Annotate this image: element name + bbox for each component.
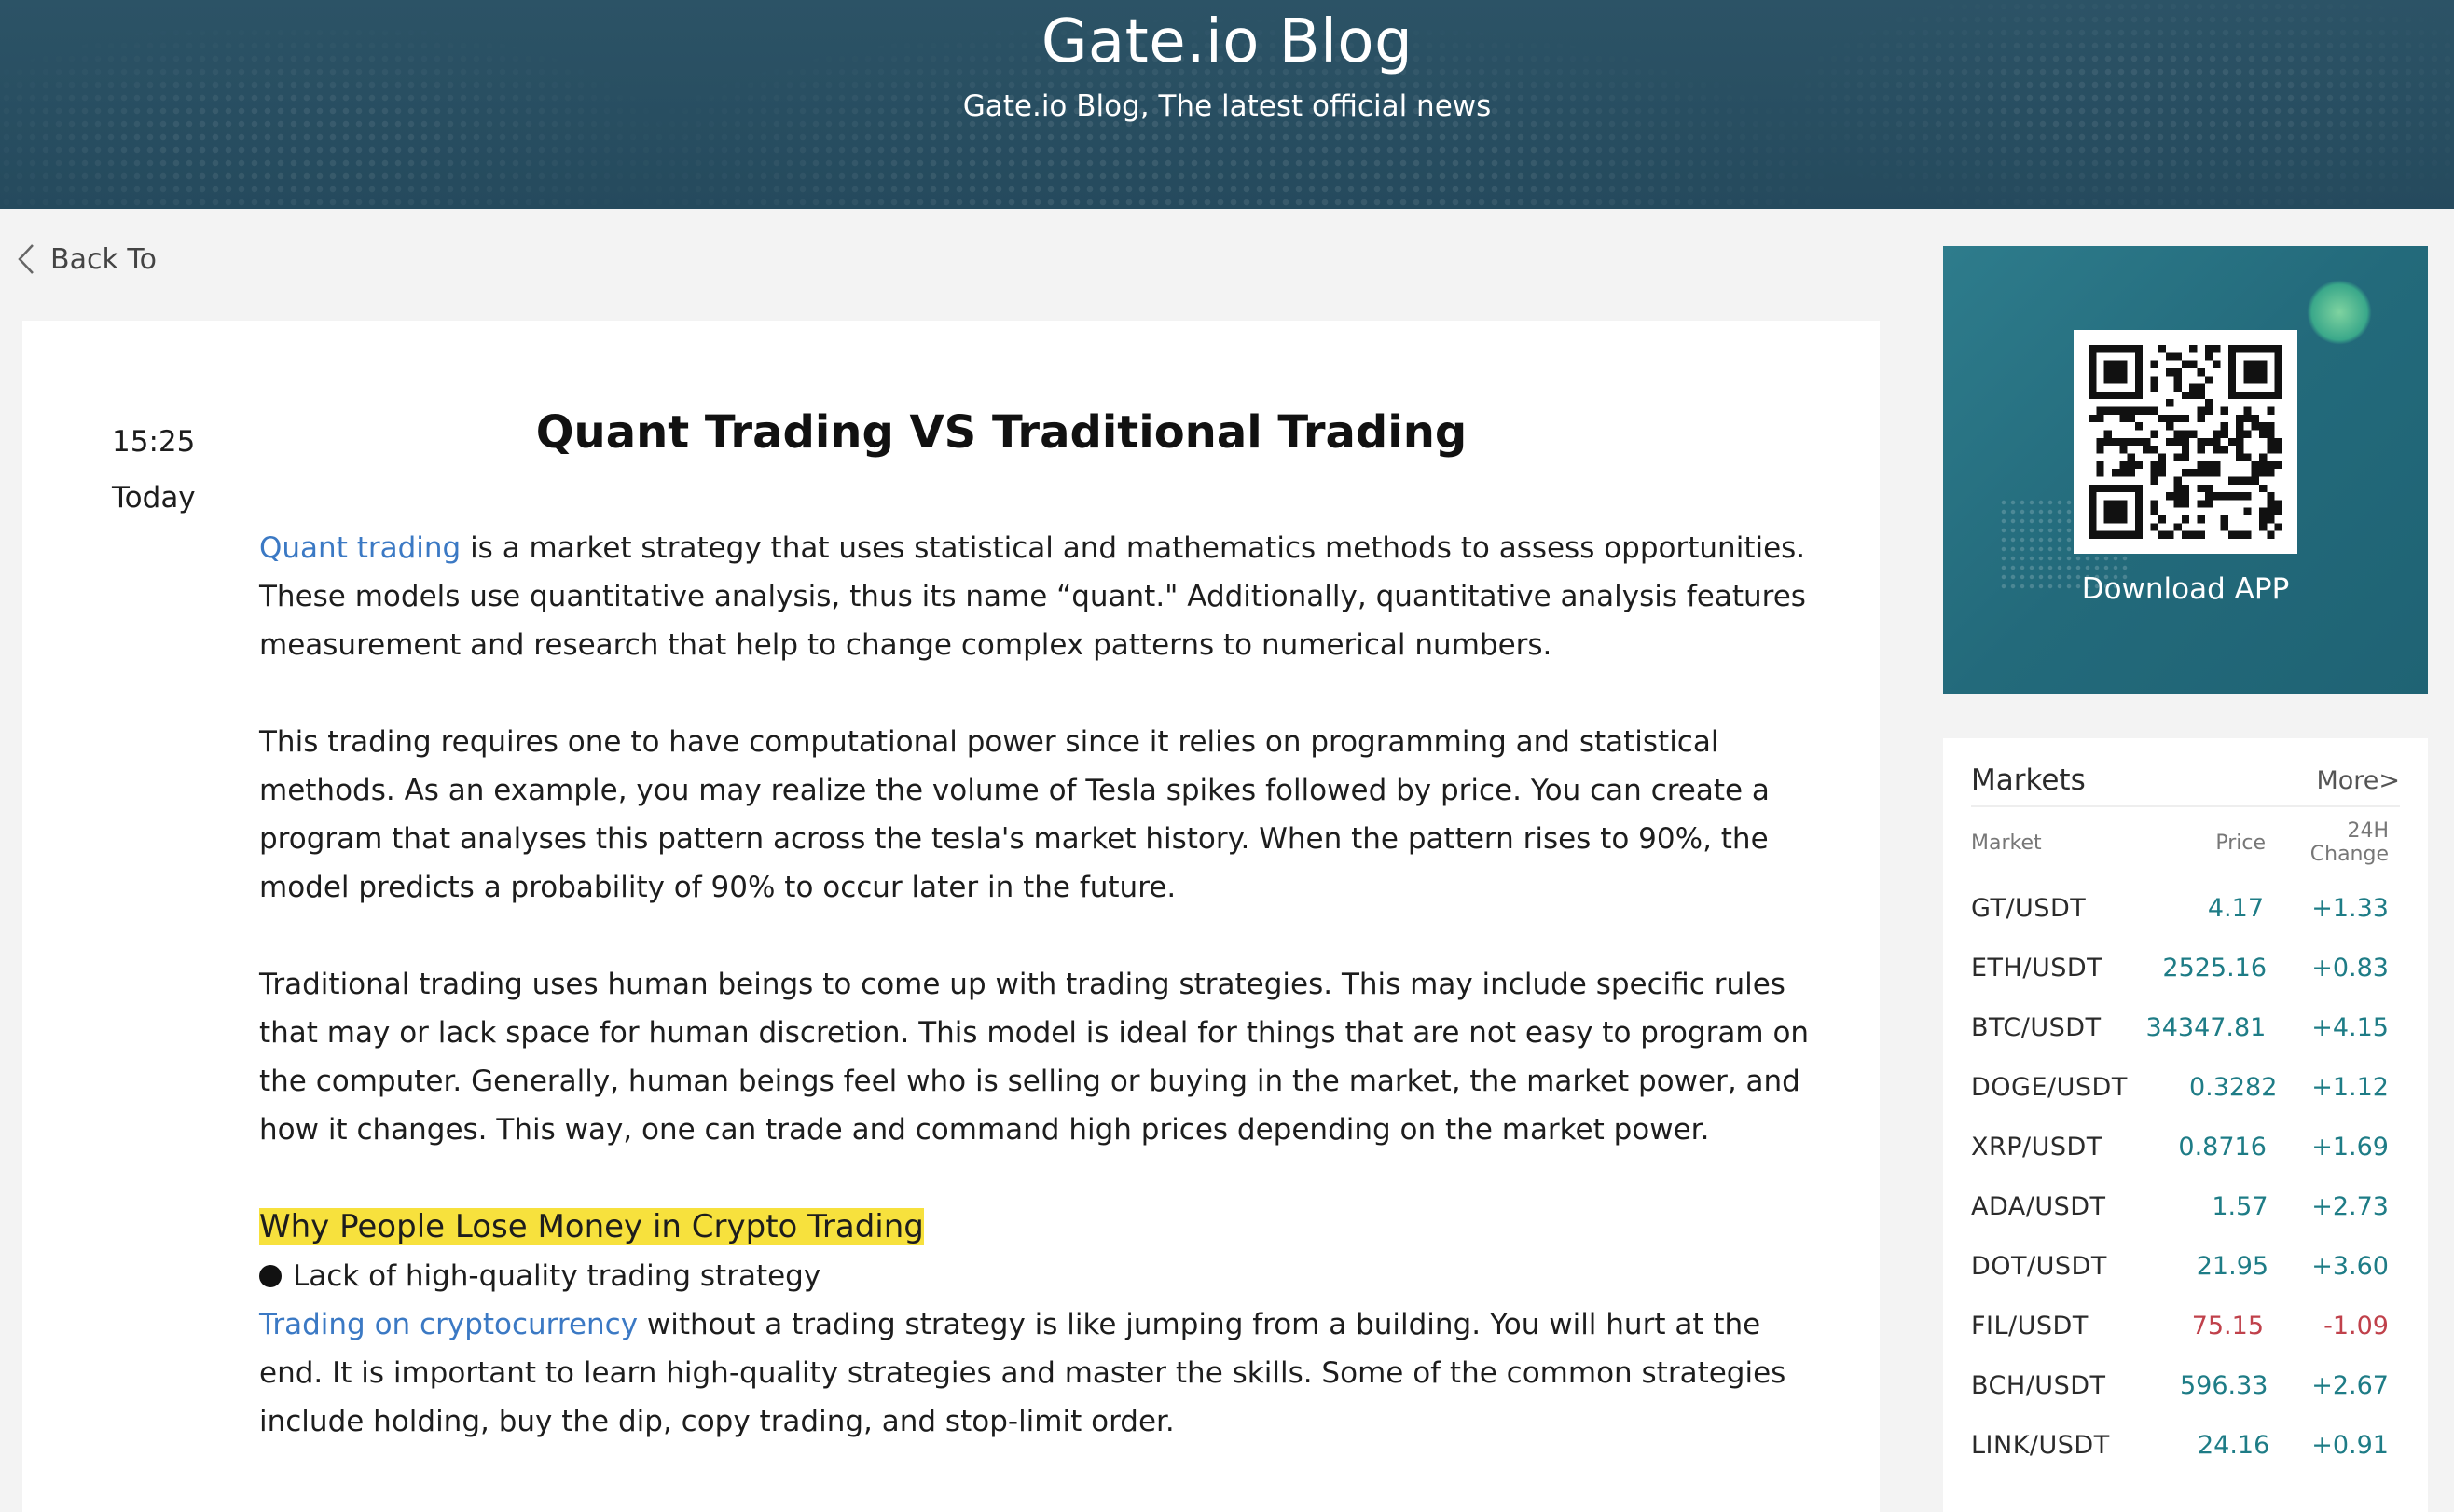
market-row[interactable]: ADA/USDT 1.57 +2.73 [1971,1176,2400,1236]
market-change: +1.12 [2311,1072,2389,1102]
download-app-card[interactable]: Download APP [1943,246,2428,694]
column-change: 24H Change [2309,819,2389,866]
paragraph-3: Traditional trading uses human beings to… [259,968,1810,1147]
market-change: +1.69 [2311,1132,2389,1161]
markets-header: Markets More> [1971,761,2400,807]
market-pair: LINK/USDT [1971,1430,2110,1460]
market-price: 75.15 [2191,1311,2264,1340]
section-heading: Why People Lose Money in Crypto Trading [259,1208,924,1245]
market-row[interactable]: LINK/USDT 24.16 +0.91 [1971,1415,2400,1475]
bottom-fade [22,1467,1880,1512]
market-row[interactable]: XRP/USDT 0.8716 +1.69 [1971,1117,2400,1176]
markets-rows: GT/USDT 4.17 +1.33 ETH/USDT 2525.16 +0.8… [1971,878,2400,1475]
market-pair: XRP/USDT [1971,1132,2102,1161]
market-change: +1.33 [2311,893,2389,923]
bullet-text: Lack of high-quality trading strategy [293,1259,821,1293]
market-pair: DOGE/USDT [1971,1072,2128,1102]
market-price: 34347.81 [2145,1012,2267,1042]
market-row[interactable]: DOGE/USDT 0.3282 +1.12 [1971,1057,2400,1117]
market-row[interactable]: GT/USDT 4.17 +1.33 [1971,878,2400,938]
market-price: 0.3282 [2188,1072,2278,1102]
article-title: Quant Trading VS Traditional Trading [535,406,1468,459]
blog-header: Gate.io Blog Gate.io Blog, The latest of… [0,0,2454,209]
article-card: 15:25 Today Quant Trading VS Traditional… [22,321,1880,1512]
market-pair: FIL/USDT [1971,1311,2089,1340]
market-pair: GT/USDT [1971,893,2087,923]
market-price: 21.95 [2196,1251,2269,1281]
back-label: Back To [50,242,157,276]
markets-panel: Markets More> Market Price 24H Change GT… [1943,738,2428,1512]
market-row[interactable]: ETH/USDT 2525.16 +0.83 [1971,938,2400,997]
site-title[interactable]: Gate.io Blog [0,7,2454,76]
site-subtitle: Gate.io Blog, The latest official news [962,89,1492,123]
trading-cryptocurrency-link[interactable]: Trading on cryptocurrency [259,1308,638,1341]
paragraph-2: This trading requires one to have comput… [259,725,1770,904]
market-price: 4.17 [2207,893,2264,923]
market-change: +3.60 [2311,1251,2389,1281]
market-change: +4.15 [2311,1012,2389,1042]
market-row[interactable]: BCH/USDT 596.33 +2.67 [1971,1355,2400,1415]
bullet-item: Lack of high-quality trading strategy [259,1252,1826,1300]
market-pair: DOT/USDT [1971,1251,2107,1281]
market-price: 2525.16 [2162,953,2268,983]
column-price: Price [2215,831,2266,855]
markets-column-header: Market Price 24H Change [1971,819,2400,866]
column-market: Market [1971,831,2042,855]
market-pair: ADA/USDT [1971,1191,2106,1221]
market-change: +0.91 [2311,1430,2389,1460]
market-row[interactable]: FIL/USDT 75.15 -1.09 [1971,1296,2400,1355]
back-button[interactable]: Back To [17,241,157,278]
paragraph-1-text: is a market strategy that uses statistic… [259,531,1806,662]
post-time: 15:25 [112,425,196,459]
market-change: +2.67 [2311,1370,2389,1400]
market-price: 24.16 [2197,1430,2270,1460]
bullet-icon [259,1265,282,1287]
article-body: Quant trading is a market strategy that … [259,524,1826,1494]
markets-more-link[interactable]: More> [2316,766,2400,795]
decorative-glow [2307,280,2372,345]
market-row[interactable]: DOT/USDT 21.95 +3.60 [1971,1236,2400,1296]
market-price: 596.33 [2179,1370,2268,1400]
qr-code-graphic [2089,345,2282,539]
paragraph-1: Quant trading is a market strategy that … [259,524,1826,669]
paragraph-4: Trading on cryptocurrency without a trad… [259,1300,1826,1446]
market-change: +2.73 [2311,1191,2389,1221]
market-pair: BCH/USDT [1971,1370,2106,1400]
market-price: 1.57 [2212,1191,2268,1221]
markets-title: Markets [1971,763,2086,797]
section-heading-line: Why People Lose Money in Crypto Trading [259,1203,1826,1252]
download-app-label[interactable]: Download APP [1943,572,2428,606]
quant-trading-link[interactable]: Quant trading [259,531,461,565]
post-day: Today [112,481,196,515]
market-change: -1.09 [2323,1311,2389,1340]
market-row[interactable]: BTC/USDT 34347.81 +4.15 [1971,997,2400,1057]
market-change: +0.83 [2311,953,2389,983]
chevron-left-icon [18,244,34,274]
market-pair: ETH/USDT [1971,953,2103,983]
market-pair: BTC/USDT [1971,1012,2102,1042]
qr-code-icon[interactable] [2074,330,2297,554]
market-price: 0.8716 [2178,1132,2267,1161]
